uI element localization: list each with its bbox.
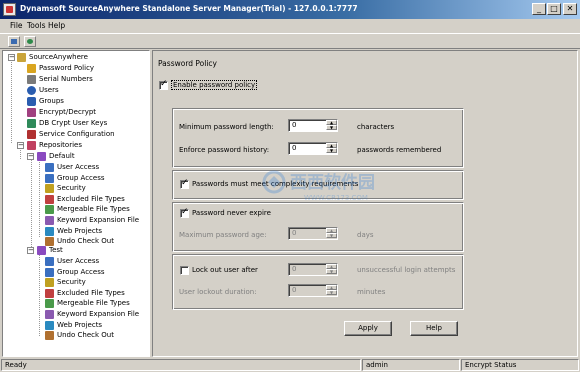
undo-check-out-icon	[45, 331, 54, 341]
window-title: Dynamsoft SourceAnywhere Standalone Serv…	[20, 4, 358, 13]
navigation-tree: − SourceAnywhere Password Policy Serial …	[2, 50, 150, 357]
status-encrypt: Encrypt Status	[461, 359, 579, 371]
keyword-expansion-file-icon	[45, 216, 54, 225]
lockout-label: Lock out user after	[192, 266, 258, 274]
enable-policy-label: Enable password policy	[171, 80, 258, 90]
maximize-icon[interactable]: □	[547, 3, 561, 15]
minimize-icon[interactable]: _	[532, 3, 546, 15]
toolbar	[0, 33, 580, 49]
title-bar: Dynamsoft SourceAnywhere Standalone Serv…	[0, 0, 580, 19]
mergeable-file-types-icon	[45, 205, 54, 215]
spin-down-icon[interactable]: ▼	[326, 125, 337, 130]
web-projects-icon	[45, 320, 54, 330]
close-icon[interactable]: ✕	[563, 3, 577, 15]
spin-down-icon[interactable]: ▼	[326, 233, 337, 238]
lockout-duration-unit: minutes	[357, 288, 386, 296]
spin-down-icon[interactable]: ▼	[326, 269, 337, 274]
undo-check-out-icon	[45, 237, 54, 247]
group-access-icon	[45, 173, 54, 183]
security-icon	[45, 278, 54, 288]
history-label: Enforce password history:	[179, 146, 270, 154]
enable-policy-checkbox[interactable]	[159, 79, 168, 90]
length-history-group	[172, 108, 464, 168]
min-length-unit: characters	[357, 123, 395, 131]
never-expire-label: Password never expire	[192, 209, 271, 217]
min-length-label: Minimum password length:	[179, 123, 274, 131]
complexity-checkbox[interactable]	[180, 178, 189, 189]
status-user: admin	[362, 359, 460, 371]
expander-repositories[interactable]: −	[17, 142, 24, 149]
status-text: Ready	[1, 359, 361, 371]
spin-down-icon[interactable]: ▼	[326, 290, 337, 295]
status-bar: Ready admin Encrypt Status	[0, 358, 580, 372]
menu-file[interactable]: File	[10, 21, 23, 30]
menu-tools[interactable]: Tools	[27, 21, 45, 30]
min-length-spinner[interactable]: 0 ▲ ▼	[288, 119, 338, 132]
help-button[interactable]: Help	[410, 321, 458, 336]
user-access-icon	[45, 163, 54, 172]
encrypt-icon	[27, 108, 36, 117]
max-age-spinner[interactable]: 0 ▲ ▼	[288, 227, 338, 240]
key-icon	[27, 64, 36, 73]
lockout-attempts-spinner[interactable]: 0 ▲ ▼	[288, 263, 338, 276]
mergeable-file-types-icon	[45, 299, 54, 309]
lockout-checkbox[interactable]	[180, 266, 189, 275]
spin-down-icon[interactable]: ▼	[326, 148, 337, 153]
history-spinner[interactable]: 0 ▲ ▼	[288, 142, 338, 155]
service-icon	[27, 130, 36, 139]
menu-help[interactable]: Help	[48, 21, 65, 30]
app-icon	[3, 3, 16, 16]
panel-title: Password Policy	[158, 59, 217, 68]
watermark-sub: WWW.CR173.COM	[304, 194, 368, 202]
repository-icon	[37, 246, 46, 255]
globe-icon[interactable]	[24, 36, 36, 47]
disk-icon[interactable]	[8, 36, 20, 47]
expander-test[interactable]: −	[27, 247, 34, 254]
repositories-icon	[27, 141, 36, 150]
menu-bar: File Tools Help	[0, 19, 580, 33]
lockout-duration-label: User lockout duration:	[179, 288, 257, 296]
watermark-main: 西西软件园	[290, 172, 375, 193]
lockout-duration-spinner[interactable]: 0 ▲ ▼	[288, 284, 338, 297]
max-age-label: Maximum password age:	[179, 231, 267, 239]
excluded-file-types-icon	[45, 194, 54, 204]
user-icon	[27, 86, 36, 95]
expander-root[interactable]: −	[8, 54, 15, 61]
server-icon	[17, 53, 26, 62]
excluded-file-types-icon	[45, 288, 54, 298]
group-icon	[27, 97, 36, 106]
max-age-unit: days	[357, 231, 374, 239]
repository-icon	[37, 152, 46, 161]
serial-icon	[27, 75, 36, 84]
group-access-icon	[45, 267, 54, 277]
lockout-unit: unsuccessful login attempts	[357, 266, 456, 274]
web-projects-icon	[45, 226, 54, 236]
never-expire-checkbox[interactable]	[180, 207, 189, 218]
keyword-expansion-file-icon	[45, 310, 54, 319]
apply-button[interactable]: Apply	[344, 321, 392, 336]
db-key-icon	[27, 119, 36, 128]
security-icon	[45, 184, 54, 194]
user-access-icon	[45, 257, 54, 266]
watermark-logo: 西西软件园 WWW.CR173.COM	[262, 168, 402, 204]
expander-default[interactable]: −	[27, 153, 34, 160]
history-unit: passwords remembered	[357, 146, 442, 154]
